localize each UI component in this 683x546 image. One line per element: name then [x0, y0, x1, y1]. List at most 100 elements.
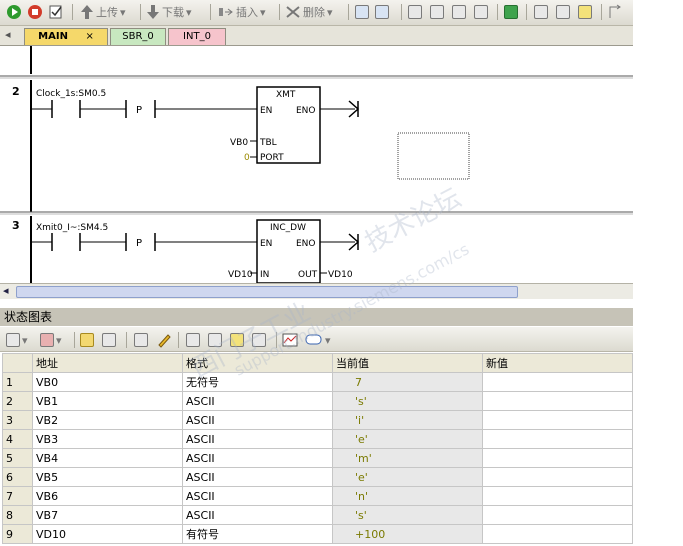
tool-button-3[interactable]	[452, 3, 466, 21]
tab-int0[interactable]: INT_0	[168, 28, 226, 45]
lock-button-3[interactable]	[578, 3, 592, 21]
write-button[interactable]	[156, 331, 172, 349]
new-value-cell[interactable]	[482, 505, 633, 525]
add-row-icon	[6, 333, 20, 347]
scrollbar-thumb[interactable]	[16, 286, 518, 298]
editor-tab-bar: ◂ MAIN × SBR_0 INT_0	[0, 26, 633, 46]
inc-dw-box[interactable]: INC_DW EN ENO IN OUT	[256, 219, 321, 283]
format-cell[interactable]: ASCII	[182, 410, 333, 430]
xmt-box[interactable]: XMT EN ENO TBL PORT	[256, 86, 321, 164]
table-row[interactable]: 4 VB3 ASCII 'e'	[2, 429, 633, 449]
address-cell[interactable]: VB5	[32, 467, 183, 487]
format-cell[interactable]: 有符号	[182, 524, 333, 544]
address-cell[interactable]: VB4	[32, 448, 183, 468]
table-row[interactable]: 6 VB5 ASCII 'e'	[2, 467, 633, 487]
format-cell[interactable]: ASCII	[182, 486, 333, 506]
lock-icon	[534, 5, 548, 19]
address-cell[interactable]: VD10	[32, 524, 183, 544]
chevron-down-icon: ▾	[186, 5, 192, 19]
new-value-cell[interactable]	[482, 429, 633, 449]
wire-button[interactable]	[607, 3, 623, 21]
column-header-current-value[interactable]: 当前值	[332, 353, 483, 373]
current-value-cell: 7	[332, 372, 483, 392]
stop-button[interactable]	[27, 3, 43, 21]
new-value-cell[interactable]	[482, 486, 633, 506]
column-header-address[interactable]: 地址	[32, 353, 183, 373]
new-value-cell[interactable]	[482, 410, 633, 430]
scroll-left-icon[interactable]: ◂	[3, 284, 9, 297]
current-value-cell: 'm'	[332, 448, 483, 468]
pin-port: PORT	[260, 153, 284, 163]
download-label: 下载	[162, 6, 184, 19]
chevron-down-icon: ▾	[120, 5, 126, 19]
tool-button-2[interactable]	[430, 3, 444, 21]
address-cell[interactable]: VB3	[32, 429, 183, 449]
tool-button-5[interactable]	[504, 3, 518, 21]
table-row[interactable]: 5 VB4 ASCII 'm'	[2, 448, 633, 468]
address-cell[interactable]: VB0	[32, 372, 183, 392]
table-row[interactable]: 2 VB1 ASCII 's'	[2, 391, 633, 411]
arrow-down-icon	[147, 5, 159, 19]
chevron-down-icon: ▾	[56, 333, 62, 347]
tool-button-4[interactable]	[474, 3, 488, 21]
address-cell[interactable]: VB2	[32, 410, 183, 430]
insert-button[interactable]: 插入 ▾	[218, 3, 266, 21]
read-button[interactable]	[134, 331, 148, 349]
table-row[interactable]: 8 VB7 ASCII 's'	[2, 505, 633, 525]
chart-run-button[interactable]	[80, 331, 94, 349]
tab-sbr0[interactable]: SBR_0	[110, 28, 166, 45]
program-status-button[interactable]	[355, 3, 369, 21]
compile-button[interactable]	[48, 3, 64, 21]
new-value-cell[interactable]	[482, 391, 633, 411]
editor-horizontal-scrollbar[interactable]: ◂	[0, 283, 633, 299]
box-title: XMT	[276, 90, 296, 100]
lock-button-1[interactable]	[534, 3, 548, 21]
chart-pause-button[interactable]	[102, 331, 116, 349]
delete-button[interactable]: 删除 ▾	[285, 3, 333, 21]
new-value-cell[interactable]	[482, 448, 633, 468]
chart-status-button[interactable]	[375, 3, 389, 21]
table-row[interactable]: 7 VB6 ASCII 'n'	[2, 486, 633, 506]
contact-no[interactable]	[31, 100, 126, 118]
current-value-cell: 's'	[332, 505, 483, 525]
current-value-cell: 'e'	[332, 467, 483, 487]
format-cell[interactable]: ASCII	[182, 448, 333, 468]
positive-transition[interactable]: P	[125, 100, 257, 118]
table-row[interactable]: 9 VD10 有符号 +100	[2, 524, 633, 544]
column-header-new-value[interactable]: 新值	[482, 353, 633, 373]
format-cell[interactable]: ASCII	[182, 467, 333, 487]
new-value-cell[interactable]	[482, 524, 633, 544]
address-cell[interactable]: VB7	[32, 505, 183, 525]
table-row[interactable]: 3 VB2 ASCII 'i'	[2, 410, 633, 430]
lock-add-icon	[578, 5, 592, 19]
upload-button[interactable]: 上传 ▾	[80, 3, 126, 21]
positive-transition[interactable]: P	[125, 233, 257, 251]
ladder-diagram: 2 Clock_1s:SM0.5 P XMT EN ENO TBL PORT V…	[0, 46, 633, 283]
format-cell[interactable]: ASCII	[182, 391, 333, 411]
address-cell[interactable]: VB1	[32, 391, 183, 411]
ladder-editor[interactable]: 2 Clock_1s:SM0.5 P XMT EN ENO TBL PORT V…	[0, 46, 633, 283]
new-value-cell[interactable]	[482, 372, 633, 392]
table-row[interactable]: 1 VB0 无符号 7	[2, 372, 633, 392]
network-number: 2	[12, 85, 20, 98]
contact-no[interactable]	[31, 233, 126, 251]
new-value-cell[interactable]	[482, 467, 633, 487]
format-cell[interactable]: ASCII	[182, 429, 333, 449]
lock-button-2[interactable]	[556, 3, 570, 21]
add-row-button[interactable]: ▾	[6, 331, 28, 349]
pin-eno: ENO	[296, 106, 316, 116]
download-button[interactable]: 下载 ▾	[146, 3, 192, 21]
tab-main[interactable]: MAIN ×	[24, 28, 108, 45]
tab-scroll-left-icon[interactable]: ◂	[5, 28, 11, 41]
pin-tbl: TBL	[259, 138, 277, 148]
contact-label: Clock_1s:SM0.5	[36, 89, 106, 99]
delete-row-button[interactable]: ▾	[40, 331, 62, 349]
compile-icon	[49, 5, 62, 19]
status-chart-title-text: 状态图表	[4, 310, 53, 324]
run-button[interactable]	[6, 3, 22, 21]
format-cell[interactable]: ASCII	[182, 505, 333, 525]
address-cell[interactable]: VB6	[32, 486, 183, 506]
chevron-down-icon: ▾	[260, 5, 266, 19]
tool-button-1[interactable]	[408, 3, 422, 21]
close-icon[interactable]: ×	[85, 31, 93, 42]
